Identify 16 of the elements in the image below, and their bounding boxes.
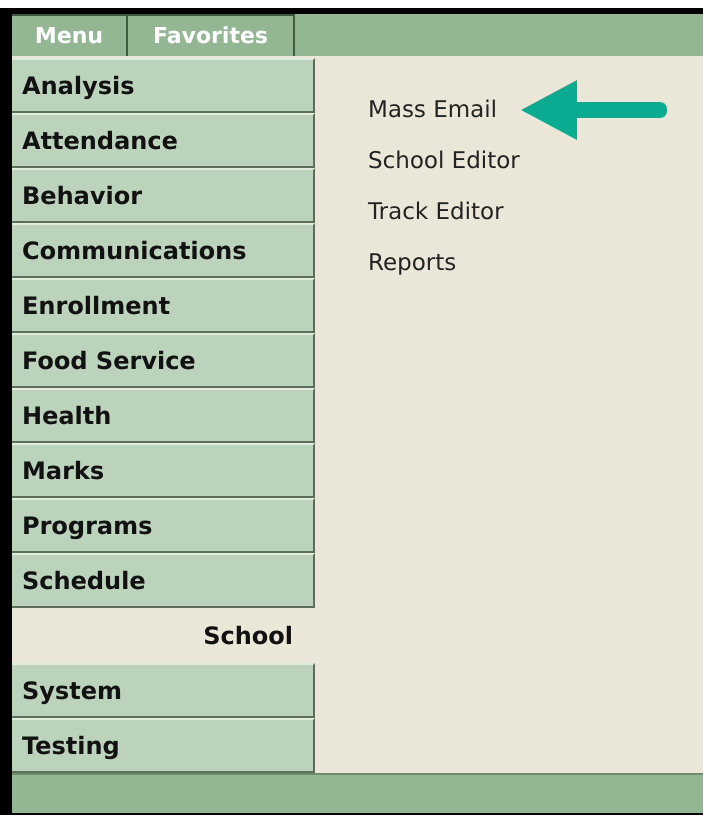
menu-link[interactable]: Mass Email	[368, 96, 498, 122]
menu-link[interactable]: Track Editor	[368, 198, 504, 224]
sidebar-item[interactable]: Communications	[12, 223, 315, 278]
sidebar-item[interactable]: Testing	[12, 718, 315, 773]
sidebar-item[interactable]: Behavior	[12, 168, 315, 223]
sidebar-item[interactable]: Health	[12, 388, 315, 443]
sidebar-item[interactable]: Enrollment	[12, 278, 315, 333]
sidebar-item[interactable]: Attendance	[12, 113, 315, 168]
menu-link[interactable]: School Editor	[368, 148, 520, 174]
sidebar-item[interactable]: Marks	[12, 443, 315, 498]
sidebar-item[interactable]: Schedule	[12, 553, 315, 608]
menu-link[interactable]: Reports	[368, 250, 456, 276]
sidebar-item[interactable]: Analysis	[12, 58, 315, 113]
sidebar-item[interactable]: Programs	[12, 498, 315, 553]
sidebar-item[interactable]: System	[12, 663, 315, 718]
sidebar-item[interactable]: Food Service	[12, 333, 315, 388]
